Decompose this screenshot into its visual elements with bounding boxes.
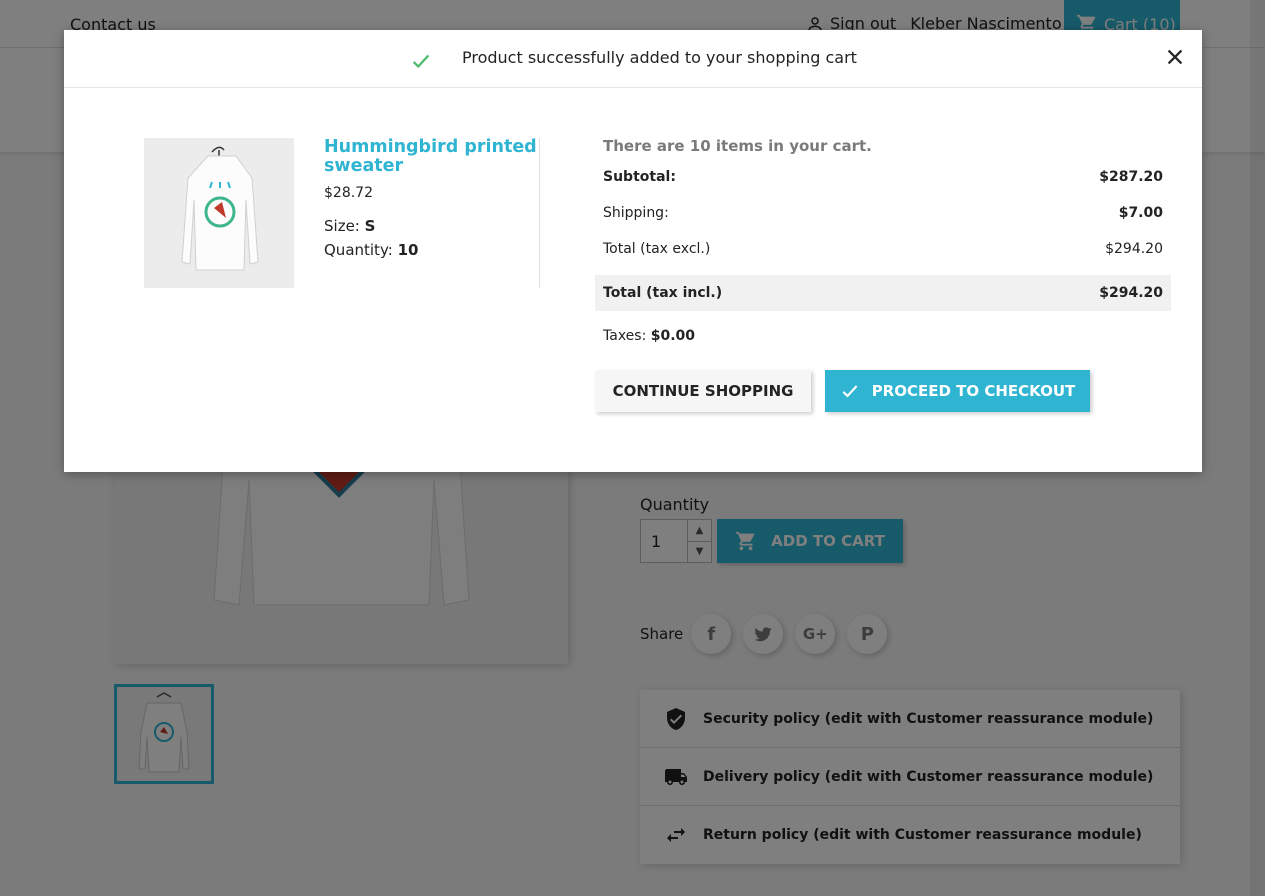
total-excl-row: Total (tax excl.) $294.20 bbox=[595, 231, 1171, 267]
sweater-image bbox=[144, 138, 294, 288]
subtotal-row: Subtotal: $287.20 bbox=[595, 159, 1171, 195]
product-size: Size: S bbox=[324, 217, 539, 235]
product-quantity-label: Quantity: bbox=[324, 241, 393, 259]
checkmark-icon bbox=[842, 385, 858, 398]
shipping-label: Shipping: bbox=[603, 205, 669, 221]
taxes-label: Taxes: bbox=[603, 328, 647, 344]
continue-shopping-button[interactable]: CONTINUE SHOPPING bbox=[595, 370, 811, 412]
close-icon[interactable] bbox=[1164, 46, 1186, 68]
product-name: Hummingbird printed sweater bbox=[324, 137, 537, 176]
subtotal-label: Subtotal: bbox=[603, 169, 676, 185]
total-incl-row: Total (tax incl.) $294.20 bbox=[595, 275, 1171, 311]
total-incl-label: Total (tax incl.) bbox=[603, 285, 723, 301]
taxes-row: Taxes: $0.00 bbox=[595, 328, 1171, 348]
modal-divider bbox=[539, 138, 540, 288]
shipping-row: Shipping: $7.00 bbox=[595, 195, 1171, 231]
cart-items-count: There are 10 items in your cart. bbox=[603, 137, 872, 155]
cart-summary: There are 10 items in your cart. Subtota… bbox=[595, 137, 1171, 348]
proceed-to-checkout-label: PROCEED TO CHECKOUT bbox=[871, 382, 1076, 400]
total-excl-value: $294.20 bbox=[1105, 241, 1163, 257]
modal-product-info: Hummingbird printed sweater $28.72 Size:… bbox=[324, 137, 539, 260]
product-quantity: Quantity: 10 bbox=[324, 241, 539, 259]
modal-actions: CONTINUE SHOPPING PROCEED TO CHECKOUT bbox=[595, 370, 1090, 412]
product-size-value: S bbox=[364, 217, 376, 235]
subtotal-value: $287.20 bbox=[1099, 169, 1163, 185]
shipping-value: $7.00 bbox=[1118, 205, 1163, 221]
product-size-label: Size: bbox=[324, 217, 360, 235]
page-scrollbar[interactable] bbox=[1250, 0, 1265, 896]
total-excl-label: Total (tax excl.) bbox=[603, 241, 711, 257]
total-incl-value: $294.20 bbox=[1099, 285, 1163, 301]
checkmark-icon bbox=[412, 54, 430, 69]
product-quantity-value: 10 bbox=[397, 241, 419, 259]
product-price: $28.72 bbox=[324, 185, 373, 201]
proceed-to-checkout-button[interactable]: PROCEED TO CHECKOUT bbox=[825, 370, 1090, 412]
modal-header: Product successfully added to your shopp… bbox=[64, 30, 1202, 88]
add-to-cart-modal: Product successfully added to your shopp… bbox=[64, 30, 1202, 472]
modal-title: Product successfully added to your shopp… bbox=[462, 48, 857, 67]
modal-product-image bbox=[144, 138, 294, 288]
taxes-value: $0.00 bbox=[650, 328, 696, 344]
